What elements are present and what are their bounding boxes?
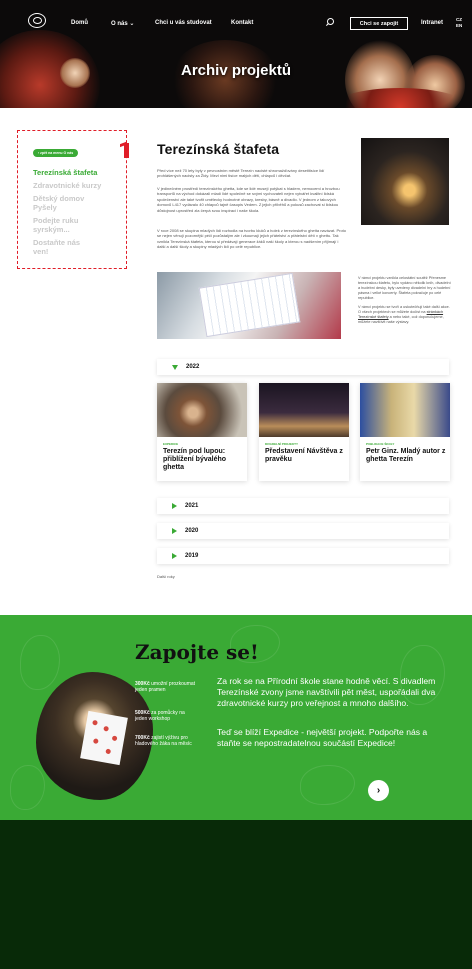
nav-study[interactable]: Chci u vás studovat bbox=[155, 20, 212, 26]
sidebar-item-podejte-ruku[interactable]: Podejte ruku syrským... bbox=[33, 216, 113, 234]
sidebar-item-zdravotnicke-kurzy[interactable]: Zdravotnické kurzy bbox=[33, 181, 126, 190]
triangle-right-icon bbox=[172, 503, 177, 509]
card-photo bbox=[360, 383, 450, 437]
page: Domů O nás ⌄ Chci u vás studovat Kontakt… bbox=[0, 0, 472, 969]
card-category: EXPEDICE bbox=[163, 442, 179, 446]
article-photo-hands-map bbox=[157, 272, 341, 339]
year-2022-toggle[interactable]: 2022 bbox=[157, 359, 449, 375]
triangle-down-icon bbox=[172, 364, 178, 370]
card-title: Petr Ginz. Mladý autor z ghetta Terezín bbox=[366, 448, 446, 463]
card-title: Terezín pod lupou: přiblížení bývalého g… bbox=[163, 448, 227, 471]
deco-shape bbox=[20, 635, 60, 690]
card-category: PUBLIKACE ŠKOLY bbox=[366, 442, 395, 446]
article-side-text: V rámci projektu vznikla celostátní sout… bbox=[358, 276, 451, 324]
arrow-right-icon: › bbox=[376, 784, 381, 796]
article-paragraph-2: V jedinečném prostředí terezínského ghet… bbox=[157, 186, 340, 213]
deco-shape bbox=[300, 765, 355, 805]
support-next-button[interactable]: › bbox=[368, 780, 389, 801]
article-photo-candles bbox=[361, 138, 449, 225]
card-photo bbox=[259, 383, 349, 437]
card-photo bbox=[157, 383, 247, 437]
chevron-down-icon: ⌄ bbox=[129, 21, 135, 27]
search-icon[interactable] bbox=[327, 18, 334, 25]
project-card[interactable]: DIVADELNÍ PROJEKTY Představení Návštěva … bbox=[259, 383, 349, 481]
triangle-right-icon bbox=[172, 528, 177, 534]
nav-intranet[interactable]: Intranet bbox=[421, 20, 443, 26]
support-stat-300: 300Kč umožní prozkoumat jeden pramen bbox=[135, 681, 196, 693]
support-text-2: Teď se blíží Expedice - největší projekt… bbox=[217, 727, 428, 748]
sidebar-item-detsky-domov[interactable]: Dětský domov Pyšely bbox=[33, 194, 103, 212]
top-navigation: Domů O nás ⌄ Chci u vás studovat Kontakt… bbox=[0, 0, 472, 36]
support-title: Zapojte se! bbox=[135, 640, 259, 664]
year-2020-toggle[interactable]: 2020 bbox=[157, 523, 449, 539]
card-category: DIVADELNÍ PROJEKTY bbox=[265, 442, 298, 446]
older-years-link[interactable]: Další roky bbox=[157, 574, 175, 579]
project-card[interactable]: EXPEDICE Terezín pod lupou: přiblížení b… bbox=[157, 383, 247, 481]
support-stat-500: 500Kč za pomůcky na jeden workshop bbox=[135, 710, 185, 722]
nav-about[interactable]: O nás ⌄ bbox=[111, 20, 134, 27]
footer bbox=[0, 820, 472, 969]
join-button[interactable]: Chci se zapojit bbox=[350, 17, 408, 30]
deco-shape bbox=[10, 765, 45, 810]
number-one-marker bbox=[124, 143, 129, 158]
support-stat-700: 700Kč zajistí výživu pro hladového žáka … bbox=[135, 735, 192, 747]
article-paragraph-3: V roce 2008 se skupina mladých lidí rozh… bbox=[157, 228, 346, 250]
article-title: Terezínská štafeta bbox=[157, 141, 280, 157]
year-2019-toggle[interactable]: 2019 bbox=[157, 548, 449, 564]
back-button[interactable]: ‹ zpět na menu O nás bbox=[33, 149, 79, 157]
nav-home[interactable]: Domů bbox=[71, 20, 88, 26]
sidebar-item-dostante-nas-ven[interactable]: Dostaňte nás ven! bbox=[33, 238, 93, 256]
nav-contact[interactable]: Kontakt bbox=[231, 20, 253, 26]
year-2021-toggle[interactable]: 2021 bbox=[157, 498, 449, 514]
article-paragraph-1: Před více než 70 lety byly v pevnostním … bbox=[157, 168, 325, 179]
card-title: Představení Návštěva z pravěku bbox=[265, 448, 343, 463]
lang-en[interactable]: EN bbox=[456, 23, 462, 29]
project-card[interactable]: PUBLIKACE ŠKOLY Petr Ginz. Mladý autor z… bbox=[360, 383, 450, 481]
sidebar-item-terezinska-stafeta[interactable]: Terezínská štafeta bbox=[33, 168, 126, 177]
triangle-right-icon bbox=[172, 553, 177, 559]
page-title: Archiv projektů bbox=[180, 62, 292, 79]
hero-banner: Domů O nás ⌄ Chci u vás studovat Kontakt… bbox=[0, 0, 472, 108]
sidebar: ‹ zpět na menu O nás Terezínská štafeta … bbox=[17, 130, 129, 269]
logo-icon[interactable] bbox=[28, 13, 46, 28]
language-switch[interactable]: CZ EN bbox=[456, 17, 462, 29]
support-text-1: Za rok se na Přírodní škole stane hodně … bbox=[217, 676, 436, 708]
